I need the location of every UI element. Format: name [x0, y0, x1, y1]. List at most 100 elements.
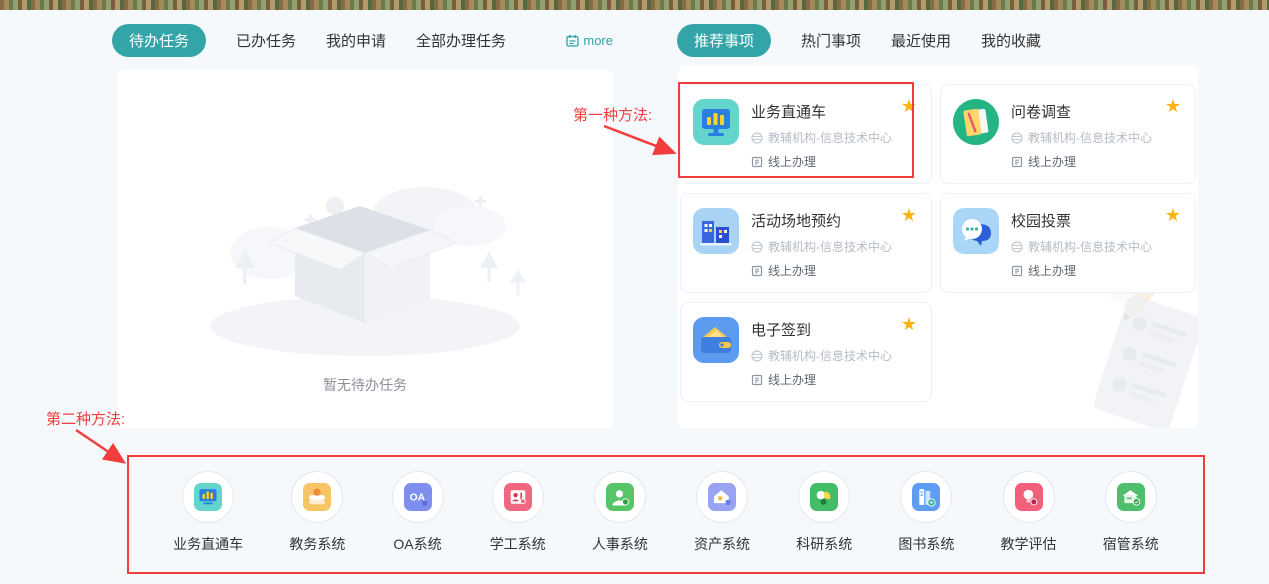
app-label: 学工系统	[490, 534, 546, 554]
card-title: 校园投票	[1011, 210, 1152, 231]
favorite-star-icon[interactable]: ★	[901, 315, 917, 333]
card-org: 教辅机构-信息技术中心	[768, 238, 892, 255]
favorite-star-icon[interactable]: ★	[1165, 97, 1181, 115]
app-circle	[696, 471, 748, 523]
recommended-panel: 业务直通车 教辅机构-信息技术中心 线上办理 ★	[678, 66, 1198, 428]
sign-in-wallet-icon	[693, 317, 739, 363]
org-icon	[751, 241, 763, 253]
service-card-survey[interactable]: 问卷调查 教辅机构-信息技术中心 线上办理 ★	[940, 84, 1196, 184]
app-label: 科研系统	[796, 534, 852, 554]
quick-app-research[interactable]: 科研系统	[796, 471, 852, 554]
app-circle	[492, 471, 544, 523]
tab-my-favorites[interactable]: 我的收藏	[981, 30, 1041, 51]
quick-app-assets[interactable]: 资产系统	[694, 471, 750, 554]
quick-app-dormitory[interactable]: 宿管系统	[1103, 471, 1159, 554]
favorite-star-icon[interactable]: ★	[1165, 206, 1181, 224]
task-tabs: 待办任务 已办任务 我的申请 全部办理任务 more	[112, 24, 613, 56]
favorite-star-icon[interactable]: ★	[901, 206, 917, 224]
card-channel: 线上办理	[768, 262, 816, 279]
quick-app-student-affairs[interactable]: 学工系统	[490, 471, 546, 554]
tab-my-applications[interactable]: 我的申请	[326, 30, 386, 51]
card-channel: 线上办理	[1028, 153, 1076, 170]
dorm-house-icon	[1117, 483, 1145, 511]
favorite-star-icon[interactable]: ★	[901, 97, 917, 115]
app-label: OA系统	[393, 534, 441, 554]
empty-state-text: 暂无待办任务	[323, 375, 407, 395]
checklist-illustration	[1082, 298, 1198, 428]
channel-icon	[751, 265, 763, 277]
venue-buildings-icon	[693, 208, 739, 254]
service-card-campus-vote[interactable]: 校园投票 教辅机构-信息技术中心 线上办理 ★	[940, 193, 1196, 293]
app-circle	[798, 471, 850, 523]
annotation-method-1: 第一种方法:	[573, 104, 652, 125]
app-circle	[1105, 471, 1157, 523]
channel-icon	[1011, 265, 1023, 277]
quick-app-teaching-evaluation[interactable]: 教学评估	[1001, 471, 1057, 554]
card-title: 活动场地预约	[751, 210, 892, 231]
app-circle: OA	[392, 471, 444, 523]
tab-recommended[interactable]: 推荐事项	[677, 24, 771, 57]
card-org: 教辅机构-信息技术中心	[1028, 238, 1152, 255]
vote-chat-icon	[953, 208, 999, 254]
annotation-method-2: 第二种方法:	[46, 408, 125, 429]
card-title: 电子签到	[751, 319, 892, 340]
app-circle	[182, 471, 234, 523]
quick-app-business-express[interactable]: 业务直通车	[173, 471, 243, 554]
app-label: 图书系统	[898, 534, 954, 554]
tab-hot-items[interactable]: 热门事项	[801, 30, 861, 51]
book-icon	[303, 483, 331, 511]
portal-page: 待办任务 已办任务 我的申请 全部办理任务 more 推荐事项 热门事项 最近使…	[0, 0, 1269, 584]
org-icon	[1011, 132, 1023, 144]
app-label: 业务直通车	[173, 534, 243, 554]
card-title: 业务直通车	[751, 101, 892, 122]
card-org: 教辅机构-信息技术中心	[768, 347, 892, 364]
app-circle	[1003, 471, 1055, 523]
monitor-chart-icon	[693, 99, 739, 145]
app-circle	[594, 471, 646, 523]
card-org: 教辅机构-信息技术中心	[1028, 129, 1152, 146]
tab-todo-tasks[interactable]: 待办任务	[112, 24, 206, 57]
app-label: 教务系统	[289, 534, 345, 554]
tab-all-tasks[interactable]: 全部办理任务	[416, 30, 506, 51]
more-grid-icon	[566, 34, 579, 47]
library-icon	[912, 483, 940, 511]
channel-icon	[751, 156, 763, 168]
org-icon	[1011, 241, 1023, 253]
more-link[interactable]: more	[566, 33, 613, 48]
app-label: 人事系统	[592, 534, 648, 554]
service-card-e-signin[interactable]: 电子签到 教辅机构-信息技术中心 线上办理 ★	[680, 302, 932, 402]
monitor-chart-icon	[194, 483, 222, 511]
app-label: 教学评估	[1001, 534, 1057, 554]
quick-app-oa[interactable]: OA OA系统	[392, 471, 444, 554]
service-tabs: 推荐事项 热门事项 最近使用 我的收藏	[677, 24, 1107, 56]
person-icon	[606, 483, 634, 511]
app-label: 资产系统	[694, 534, 750, 554]
oa-icon: OA	[404, 483, 432, 511]
org-icon	[751, 132, 763, 144]
quick-apps-strip: 业务直通车 教务系统 OA OA系统 学工系统 人事系统	[127, 455, 1205, 574]
more-label: more	[583, 33, 613, 48]
bulb-icon	[1015, 483, 1043, 511]
survey-folder-icon	[953, 99, 999, 145]
student-card-icon	[504, 483, 532, 511]
tab-done-tasks[interactable]: 已办任务	[236, 30, 296, 51]
service-card-business-express[interactable]: 业务直通车 教辅机构-信息技术中心 线上办理 ★	[680, 84, 932, 184]
todo-panel: 暂无待办任务	[117, 70, 613, 428]
quick-app-academic-affairs[interactable]: 教务系统	[289, 471, 345, 554]
channel-icon	[751, 374, 763, 386]
card-title: 问卷调查	[1011, 101, 1152, 122]
card-channel: 线上办理	[768, 371, 816, 388]
research-flask-icon	[810, 483, 838, 511]
service-card-venue-booking[interactable]: 活动场地预约 教辅机构-信息技术中心 线上办理 ★	[680, 193, 932, 293]
app-circle	[291, 471, 343, 523]
app-circle	[900, 471, 952, 523]
quick-app-library[interactable]: 图书系统	[898, 471, 954, 554]
app-label: 宿管系统	[1103, 534, 1159, 554]
channel-icon	[1011, 156, 1023, 168]
card-channel: 线上办理	[768, 153, 816, 170]
card-channel: 线上办理	[1028, 262, 1076, 279]
org-icon	[751, 350, 763, 362]
card-org: 教辅机构-信息技术中心	[768, 129, 892, 146]
quick-app-hr[interactable]: 人事系统	[592, 471, 648, 554]
tab-recently-used[interactable]: 最近使用	[891, 30, 951, 51]
